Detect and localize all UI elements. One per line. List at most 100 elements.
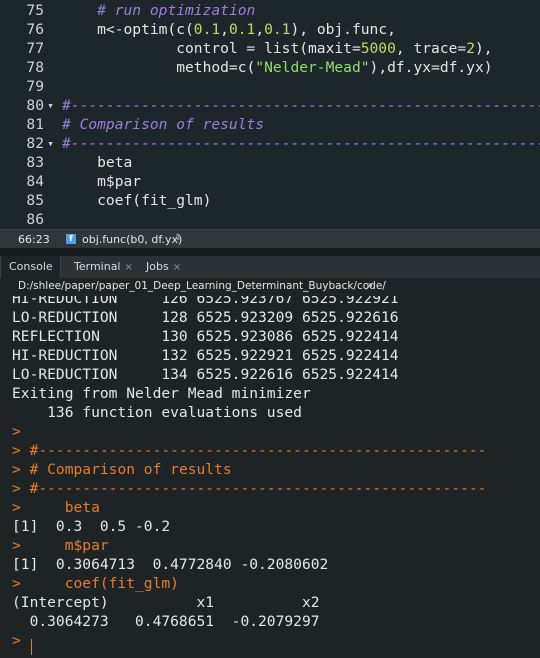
code-token: 0.1: [264, 21, 291, 38]
fold-toggle-icon[interactable]: ▾: [44, 134, 57, 153]
code-token: m<-optim(c(: [62, 21, 194, 38]
console-token: >: [12, 499, 65, 516]
console-token: 0.3064273 0.4768651 -0.2079297: [12, 613, 320, 630]
console-cursor: [31, 639, 32, 655]
close-icon[interactable]: ×: [173, 262, 181, 273]
editor-line[interactable]: 83 beta: [0, 153, 540, 172]
code-token: ,: [255, 21, 265, 38]
editor-line[interactable]: 85 coef(fit_glm): [0, 191, 540, 210]
console-token: Exiting from Nelder Mead minimizer: [12, 385, 311, 402]
editor-line[interactable]: 84 m$par: [0, 172, 540, 191]
go-to-directory-icon[interactable]: ↗: [364, 280, 373, 293]
code-text: control = list(maxit=5000, trace=2),: [62, 39, 493, 58]
code-token: ),df.yx=df.yx): [369, 59, 493, 76]
console-line: HI-REDUCTION 132 6525.922921 6525.922414: [12, 346, 399, 365]
console-token: m$par: [64, 537, 109, 554]
code-token: control = list(maxit=: [62, 40, 361, 57]
code-text: #---------------------------------------…: [62, 134, 540, 153]
code-token: , trace=: [395, 40, 467, 57]
code-token: method=c(: [62, 59, 256, 76]
editor-line[interactable]: 79: [0, 77, 540, 96]
line-number: 85: [26, 192, 44, 209]
code-text: beta: [62, 153, 132, 172]
console-line: > m$par: [12, 536, 109, 555]
code-token: "Nelder-Mead": [255, 59, 370, 76]
console-token: [1] 0.3064713 0.4772840 -0.2080602: [12, 556, 329, 573]
code-token: m$par: [62, 173, 142, 190]
code-token: coef(fit_glm): [62, 192, 212, 209]
code-text: # run optimization: [62, 1, 255, 20]
editor-line[interactable]: 82 ▾ #------------------------------------…: [0, 134, 540, 153]
code-text: method=c("Nelder-Mead"),df.yx=df.yx): [62, 58, 493, 77]
function-icon: f: [66, 234, 76, 244]
code-token: 2: [466, 40, 475, 57]
tab-console-label: Console: [9, 260, 53, 273]
console-token: >: [12, 423, 21, 440]
console-tab-bar: Console Terminal × Jobs ×: [0, 256, 540, 278]
function-navigator[interactable]: obj.func(b0, df.yx): [82, 233, 182, 246]
console-token: #---------------------------------------…: [29, 442, 487, 459]
line-number: 78: [26, 59, 44, 76]
tab-terminal[interactable]: Terminal ×: [66, 256, 138, 278]
code-token: ), obj.func,: [290, 21, 396, 38]
tab-jobs[interactable]: Jobs ×: [138, 256, 192, 278]
editor-line[interactable]: 78 method=c("Nelder-Mead"),df.yx=df.yx): [0, 58, 540, 77]
editor-line[interactable]: 80 ▾ #------------------------------------…: [0, 96, 540, 115]
working-directory-path: D:/shlee/paper/paper_01_Deep_Learning_De…: [18, 280, 386, 292]
editor-line[interactable]: 76 m<-optim(c(0.1,0.1,0.1), obj.func,: [0, 20, 540, 39]
code-text: m<-optim(c(0.1,0.1,0.1), obj.func,: [62, 20, 396, 39]
cursor-position: 66:23: [18, 233, 50, 246]
console-output[interactable]: HI-REDUCTION 126 6525.923767 6525.922921…: [0, 296, 540, 658]
code-text: #---------------------------------------…: [62, 96, 540, 115]
tab-terminal-label: Terminal: [74, 260, 121, 273]
code-token: 5000: [360, 40, 396, 57]
line-number: 77: [26, 40, 44, 57]
console-token: [1] 0.3 0.5 -0.2: [12, 518, 171, 535]
console-token: >: [12, 537, 65, 554]
line-number: 84: [26, 173, 44, 190]
close-icon[interactable]: ×: [125, 262, 133, 273]
line-number: 83: [26, 154, 44, 171]
code-token: #---------------------------------------…: [62, 97, 540, 114]
code-token: 0.1: [193, 21, 221, 38]
code-token: beta: [62, 154, 133, 171]
editor-line[interactable]: 77 control = list(maxit=5000, trace=2),: [0, 39, 540, 58]
line-number: 75: [26, 2, 44, 19]
line-number: 81: [26, 116, 44, 133]
console-line: 136 function evaluations used: [12, 403, 302, 422]
console-token: >: [12, 575, 65, 592]
code-token: ),: [474, 40, 493, 57]
console-line: (Intercept) x1 x2: [12, 593, 320, 612]
console-line: HI-REDUCTION 126 6525.923767 6525.922921: [12, 296, 399, 308]
console-token: HI-REDUCTION 132 6525.922921 6525.922414: [12, 347, 399, 364]
console-line: [1] 0.3064713 0.4772840 -0.2080602: [12, 555, 328, 574]
console-token: (Intercept) x1 x2: [12, 594, 320, 611]
pane-splitter[interactable]: [0, 248, 540, 256]
source-editor[interactable]: 75 # run optimization 76 m<-optim(c(0.1,0…: [0, 0, 540, 229]
function-navigator-arrow-icon[interactable]: ⇕: [174, 233, 182, 243]
code-text: m$par: [62, 172, 141, 191]
code-token: ,: [220, 21, 229, 38]
line-number: 82: [26, 135, 44, 152]
tab-console[interactable]: Console: [0, 256, 61, 278]
console-token: beta: [64, 499, 100, 516]
console-token: 136 function evaluations used: [12, 404, 302, 421]
editor-line[interactable]: 81 # Comparison of results: [0, 115, 540, 134]
console-token: LO-REDUCTION 128 6525.923209 6525.922616: [12, 309, 399, 326]
code-token: # run optimization: [97, 2, 256, 19]
console-line: LO-REDUCTION 134 6525.922616 6525.922414: [12, 365, 399, 384]
working-directory-bar: D:/shlee/paper/paper_01_Deep_Learning_De…: [0, 278, 540, 296]
console-token: # Comparison of results: [29, 461, 232, 478]
editor-line[interactable]: 75 # run optimization: [0, 1, 540, 20]
line-number: 76: [26, 21, 44, 38]
console-line: 0.3064273 0.4768651 -0.2079297: [12, 612, 320, 631]
editor-status-bar: 66:23 f obj.func(b0, df.yx) ⇕: [0, 229, 540, 248]
console-line: > coef(fit_glm): [12, 574, 179, 593]
line-number: 80: [26, 97, 44, 114]
code-token: #---------------------------------------…: [62, 135, 540, 152]
editor-line[interactable]: 86: [0, 210, 540, 229]
fold-toggle-icon[interactable]: ▾: [44, 96, 57, 115]
console-line: LO-REDUCTION 128 6525.923209 6525.922616: [12, 308, 399, 327]
line-number: 86: [26, 211, 44, 228]
